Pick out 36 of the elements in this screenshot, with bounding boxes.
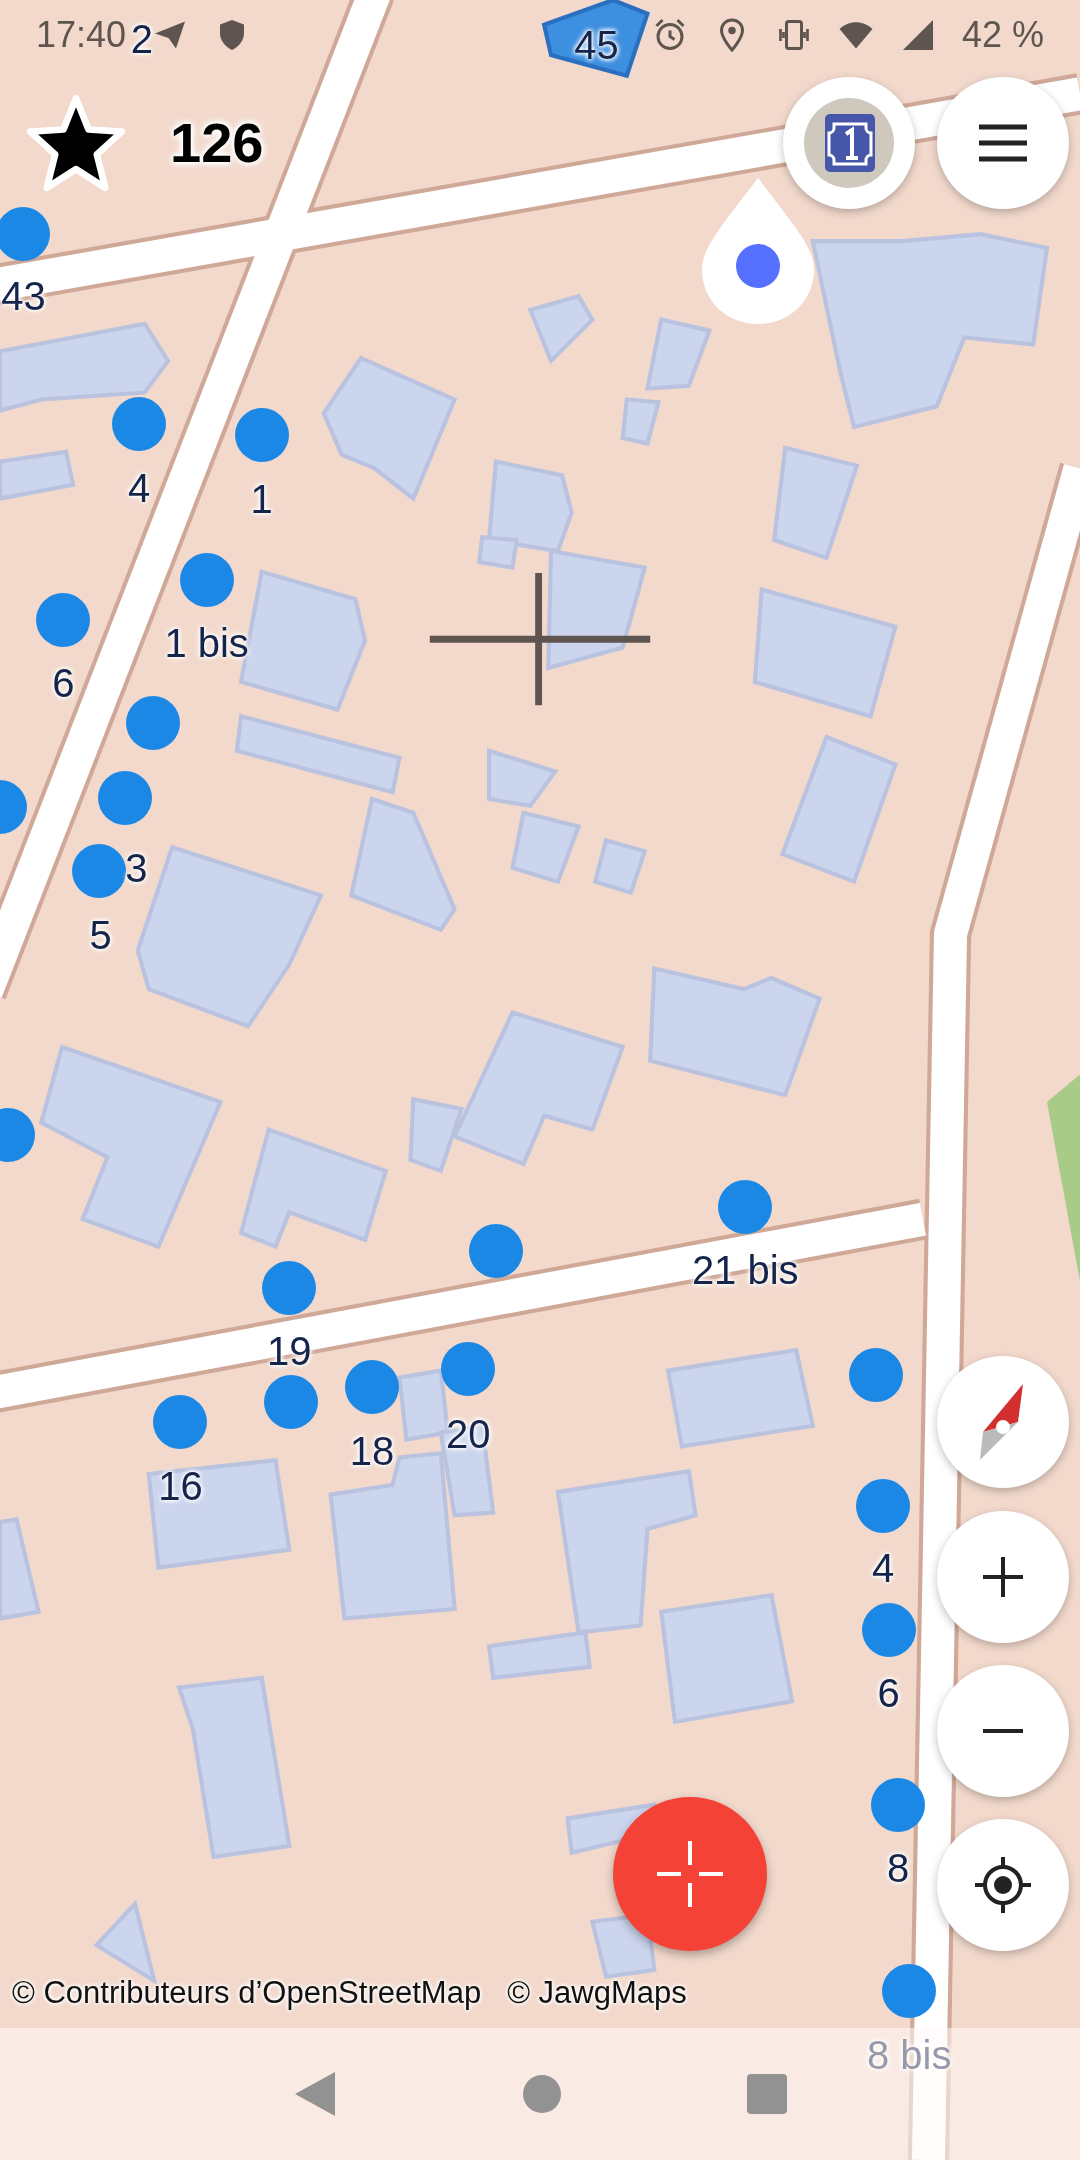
attribution-text[interactable]: © JawgMaps [507, 1975, 687, 2011]
house-number-label: 3 [125, 845, 148, 891]
house-number-label: 45 [574, 22, 619, 68]
house-number-label: 1 [250, 476, 273, 522]
house-number-label: 21 bis [691, 1247, 799, 1293]
house-number-label: 6 [877, 1670, 900, 1716]
star-count[interactable]: 126 [170, 109, 264, 175]
house-number-label: 4 [128, 465, 151, 511]
house-number-label: 19 [267, 1328, 312, 1374]
house-number-label: 8 bis [866, 2032, 952, 2078]
battery-percentage: 42 % [961, 14, 1044, 56]
house-number-label: 20 [446, 1411, 491, 1457]
house-number-label: 6 [52, 660, 75, 706]
home-circle-icon [522, 2074, 562, 2114]
location-marker-icon [700, 178, 816, 324]
house-number-label: 5 [89, 912, 112, 958]
recents-square-icon [747, 2074, 788, 2114]
crosshair-icon [655, 1839, 725, 1909]
house-number-label: 18 [349, 1428, 395, 1474]
status-time: 17:40 [36, 14, 127, 56]
house-number-label: 43 [1, 273, 46, 319]
house-number-label: 8 [887, 1845, 910, 1891]
house-number-label: 4 [871, 1545, 895, 1591]
menu-icon [977, 123, 1029, 163]
house-number-label: 16 [158, 1463, 203, 1509]
crosshair-icon [973, 1855, 1033, 1915]
house-number-label: 2 [130, 16, 153, 62]
star-icon[interactable] [26, 92, 126, 192]
building [620, 397, 662, 446]
plus-icon [981, 1555, 1025, 1599]
building [527, 293, 595, 365]
building [592, 837, 648, 896]
minus-icon [981, 1728, 1025, 1734]
house-number-label: 1 bis [164, 620, 249, 666]
house-number-sign-icon [804, 98, 894, 188]
attribution-text[interactable]: © Contributeurs d’OpenStreetMap [12, 1975, 482, 2011]
